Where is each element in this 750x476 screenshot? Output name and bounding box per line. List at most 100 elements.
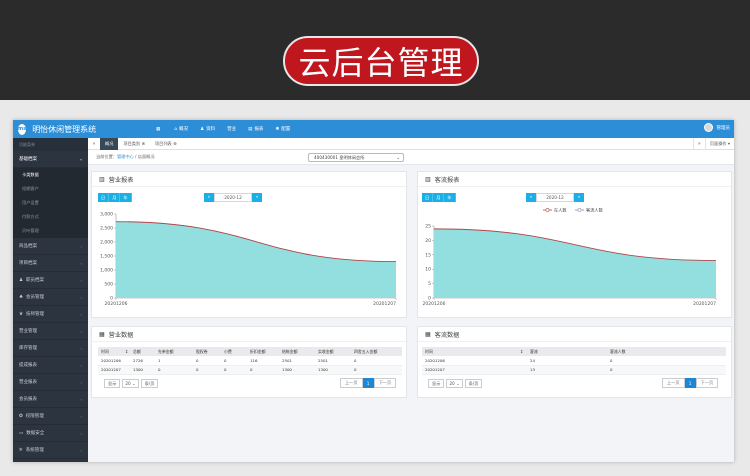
legend-swatch-marker [577,208,582,212]
table-cell: 20201206 [422,356,517,366]
page-ops-dropdown[interactable]: 页面操作 ▾ [704,138,734,150]
period-value[interactable]: 2020-12 [536,193,574,202]
sidebar-subitem[interactable]: 卡类数据 [13,168,88,182]
column-header[interactable]: 实收金额 [315,347,351,356]
tabs-scroll-right-icon[interactable]: » [692,138,705,150]
sidebar-item[interactable]: 提成报表 ‹ [13,357,88,374]
sidebar-item[interactable]: ♣ 会员管理 ‹ [13,289,88,306]
topnav-profile[interactable]: ♟ 资料 [200,126,215,133]
period-year-button[interactable]: 年 [120,193,132,202]
next-period-button[interactable]: » [252,193,262,202]
period-year-button[interactable]: 年 [444,193,456,202]
table-cell: 2501 [279,356,315,366]
table-row[interactable]: 20201206 2726 1 0 0 116 2501 2501 0 [98,356,402,366]
next-period-button[interactable]: » [574,193,584,202]
column-header[interactable]: 客流 [527,347,607,356]
table-cell: 0 [193,356,221,366]
sidebar-item[interactable]: 商品档案 ‹ [13,238,88,255]
topnav-overview[interactable]: ⌂ 概况 [174,126,188,133]
tab-overview[interactable]: 概况 [100,137,119,150]
prev-period-button[interactable]: « [204,193,214,202]
table-row[interactable]: 20201207 1300 0 0 0 0 1300 1300 0 [98,365,402,375]
sidebar-item[interactable]: 会员报表 ‹ [13,391,88,408]
prev-page-button[interactable]: 上一页 [340,378,363,388]
sidebar-subitem[interactable]: 贝叶管理 [13,224,88,238]
page-size-show-label: 显示 [428,379,445,388]
tabs-scroll-left-icon[interactable]: « [88,141,100,147]
period-month-button[interactable]: 月 [109,193,121,202]
sidebar-item-label: 会员管理 [26,295,45,300]
panel-title-text: 营业报表 [108,176,134,184]
period-value[interactable]: 2020-12 [214,193,252,202]
column-header[interactable]: 时间 [98,347,122,356]
column-header[interactable]: 先单金额 [155,347,193,356]
table-row[interactable]: 20201206 24 0 [422,356,726,366]
page-size-select[interactable]: 20 ⌄ [122,379,139,388]
sidebar-item[interactable]: 项目档案 ‹ [13,255,88,272]
sidebar-item-basic-archive[interactable]: 基础档案 ▾ [13,151,88,168]
column-header[interactable]: 总额 [130,347,155,356]
table-cell: 0 [247,365,279,375]
prev-page-button[interactable]: 上一页 [662,378,685,388]
period-buttons: 日 月 年 [422,193,456,202]
sidebar-item[interactable]: 库存管理 ‹ [13,340,88,357]
user-icon: ♟ [200,126,205,132]
topnav-business[interactable]: 营业 [227,126,236,132]
sidebar-item[interactable]: ✪ 权限管理 ‹ [13,408,88,425]
store-select[interactable]: 400430001 皇明休闲会所 ⌄ [308,153,404,162]
sidebar-item[interactable]: ♛ 技师管理 ‹ [13,306,88,323]
breadcrumb-link[interactable]: 管理中心 [117,154,134,159]
column-header[interactable]: 折扣金额 [247,347,279,356]
page-size-select[interactable]: 20 ⌄ [446,379,463,388]
table-row[interactable]: 20201207 13 0 [422,365,726,375]
bar-chart-icon: ▥ [99,175,105,183]
column-header[interactable]: 客流人数 [607,347,726,356]
tab-project-list[interactable]: 项目列表 ⊗ [150,138,182,150]
banner-title: 云后台管理 [298,44,464,82]
x-tick-label: 20201206 [423,301,446,307]
sidebar-subitem[interactable]: 短期客户 [13,182,88,196]
period-day-button[interactable]: 日 [98,193,110,202]
topnav-config[interactable]: ✱ 配置 [275,126,290,133]
user-menu[interactable]: 管理员 [703,123,730,132]
sidebar-item[interactable]: 营业报表 ‹ [13,374,88,391]
topnav-grid[interactable]: ▦ [156,126,162,132]
next-page-button[interactable]: 下一页 [695,378,719,388]
column-header[interactable]: 股权卷 [193,347,221,356]
traffic-area-chart: 0 5 10 15 20 25 20201206 20201207 在人数 客流人数 [423,207,717,307]
brand[interactable]: ms 明怡休闲管理系统 [13,123,96,135]
period-day-button[interactable]: 日 [422,193,434,202]
sidebar-subitem[interactable]: 付款方式 [13,210,88,224]
grid-icon: ▦ [156,126,161,132]
sidebar-item[interactable]: 营业管理 ‹ [13,323,88,340]
topnav-reports[interactable]: ▤ 报表 [248,126,263,133]
column-header[interactable]: 时间 [422,347,517,356]
page-number-button[interactable]: 1 [684,378,696,388]
sidebar-item[interactable]: ♟ 职员档案 ‹ [13,272,88,289]
y-tick-label: 15 [425,252,431,258]
column-header[interactable]: 四舍五入金额 [351,347,402,356]
table-cell: 1300 [130,365,155,375]
y-tick-label: 0 [428,296,431,302]
sidebar-item-label: 项目档案 [19,261,37,266]
column-header[interactable]: 小费 [221,347,247,356]
table-cell [517,356,527,366]
period-month-button[interactable]: 月 [433,193,445,202]
next-page-button[interactable]: 下一页 [373,378,397,388]
x-tick-label: 20201206 [105,301,128,307]
pagination: 上一页 1 下一页 [340,378,397,388]
y-tick-label: 1,000 [100,268,113,274]
column-header[interactable]: 结帐金额 [279,347,315,356]
sidebar-item[interactable]: ✲ 系统管理 ‹ [13,442,88,459]
sidebar-subitem[interactable]: 用户设置 [13,196,88,210]
sort-icon[interactable]: ↕ [517,347,527,356]
sidebar-item[interactable]: ▭ 数据安全 ‹ [13,425,88,442]
tab-project-category[interactable]: 项目类别 ⊗ [118,138,150,150]
prev-period-button[interactable]: « [526,193,536,202]
table-cell: 0 [193,365,221,375]
members-icon: ♣ [19,294,24,300]
sort-icon[interactable]: ↕ [122,347,130,356]
y-tick-label: 500 [104,282,113,288]
page-number-button[interactable]: 1 [362,378,374,388]
y-tick-label: 20 [425,238,431,244]
